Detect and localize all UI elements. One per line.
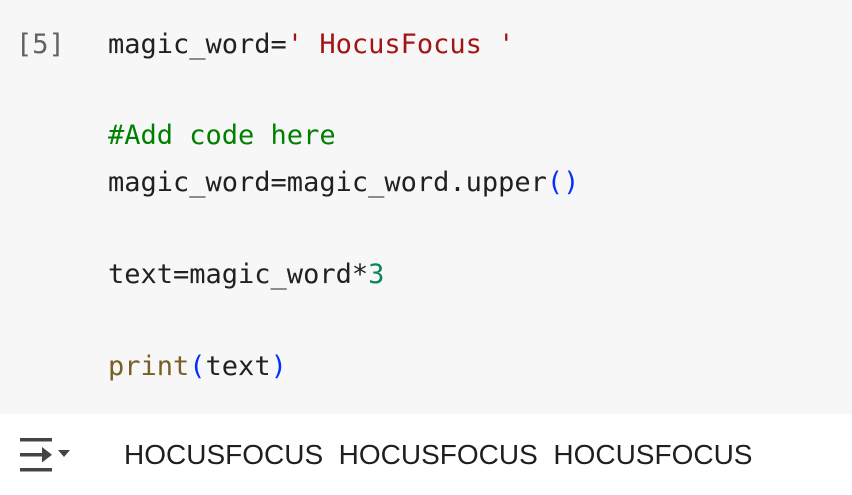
code-line-2[interactable]: #Add code here	[108, 113, 336, 159]
notebook-cell[interactable]: [5] magic_word=' HocusFocus ' #Add code …	[0, 0, 852, 495]
code-token-close-paren: )	[270, 351, 287, 382]
code-token-assignment: magic_word=	[108, 29, 287, 60]
execution-count[interactable]: [5]	[16, 22, 65, 68]
code-line-5[interactable]: print(text)	[108, 344, 287, 390]
code-token-open-paren: (	[189, 351, 206, 382]
code-token-number: 3	[368, 259, 385, 290]
code-token-open-paren: (	[546, 167, 564, 198]
code-token-close-paren: )	[563, 167, 580, 198]
code-line-1[interactable]: magic_word=' HocusFocus '	[108, 22, 514, 68]
cell-output: HOCUSFOCUS HOCUSFOCUS HOCUSFOCUS	[0, 414, 852, 495]
code-line-4[interactable]: text=magic_word*3	[108, 252, 384, 298]
code-token-string: ' HocusFocus '	[286, 29, 515, 60]
output-collapse-icon-graphic	[20, 438, 70, 472]
code-token-comment: #Add code here	[108, 120, 336, 151]
output-text: HOCUSFOCUS HOCUSFOCUS HOCUSFOCUS	[124, 439, 753, 470]
output-collapse-icon[interactable]	[18, 434, 76, 476]
code-token-argument: text	[205, 351, 271, 382]
code-token-expression: text=magic_word*	[108, 259, 369, 290]
code-line-3[interactable]: magic_word=magic_word.upper()	[108, 160, 579, 206]
code-token-builtin: print	[108, 351, 190, 382]
code-editor[interactable]: [5] magic_word=' HocusFocus ' #Add code …	[0, 0, 852, 414]
code-token-expression: magic_word=magic_word.upper	[108, 167, 547, 198]
